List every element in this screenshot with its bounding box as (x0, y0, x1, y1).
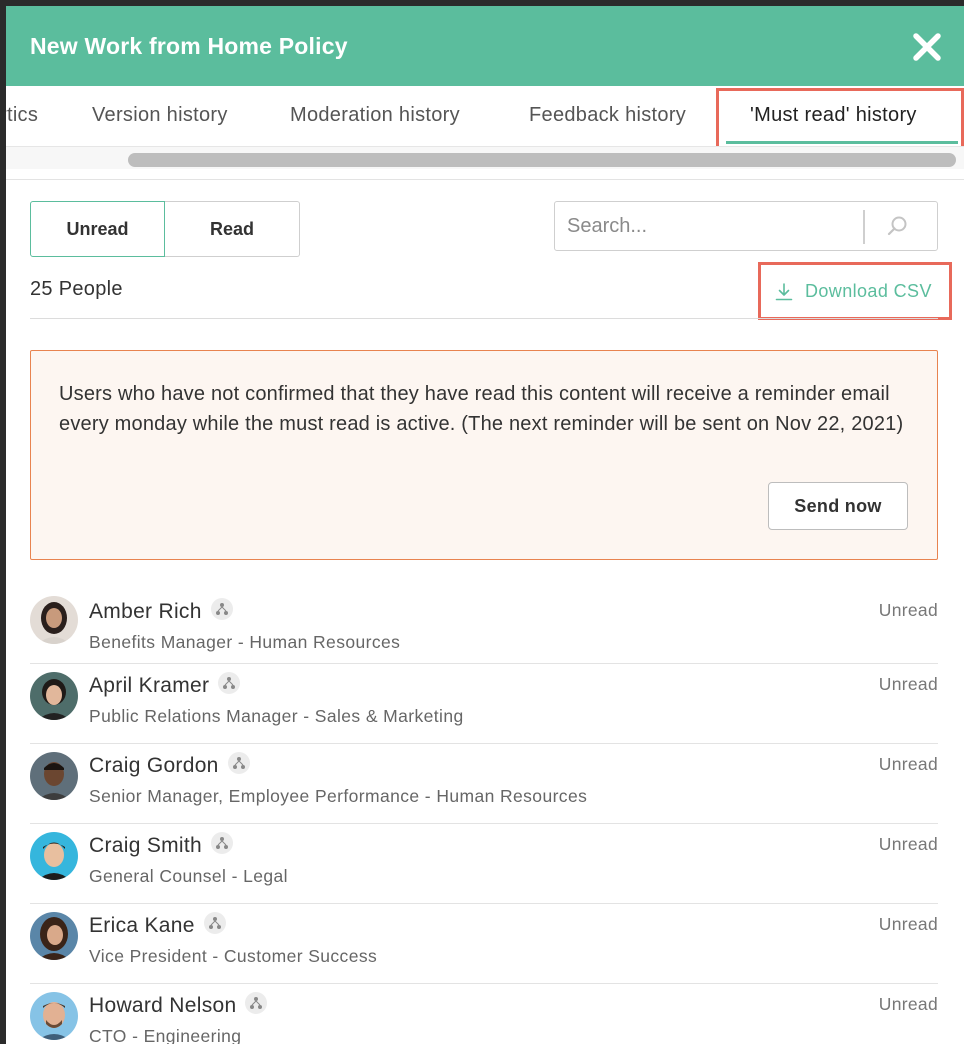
download-csv-link[interactable]: Download CSV (775, 281, 932, 302)
person-title: Benefits Manager (89, 632, 233, 652)
person-department: Legal (243, 866, 288, 886)
person-name[interactable]: Craig Smith (89, 832, 233, 858)
avatar[interactable] (30, 832, 78, 880)
person-name[interactable]: Howard Nelson (89, 992, 268, 1018)
person-title: Senior Manager, Employee Performance (89, 786, 420, 806)
person-name-text: April Kramer (89, 674, 210, 697)
unread-filter-button[interactable]: Unread (30, 201, 165, 257)
read-filter-button[interactable]: Read (165, 201, 300, 257)
download-highlight-box: Download CSV (758, 262, 952, 320)
read-status: Unread (878, 834, 938, 854)
send-now-button[interactable]: Send now (768, 482, 908, 530)
person-role: Benefits Manager - Human Resources (89, 632, 401, 652)
modal-dialog: New Work from Home Policy rtics Version … (6, 6, 964, 1044)
person-name-text: Craig Smith (89, 834, 202, 857)
tab-version-history[interactable]: Version history (92, 104, 228, 127)
org-chart-icon[interactable] (210, 598, 233, 621)
list-item: Craig Gordon Senior Manager, Employee Pe… (30, 744, 938, 824)
org-chart-icon[interactable] (203, 912, 226, 935)
person-department: Sales & Marketing (314, 706, 464, 726)
person-role: Public Relations Manager - Sales & Marke… (89, 706, 464, 726)
person-department: Engineering (143, 1026, 242, 1044)
person-department: Customer Success (223, 946, 378, 966)
read-status: Unread (878, 754, 938, 774)
person-name-text: Howard Nelson (89, 994, 237, 1017)
close-icon (913, 33, 941, 61)
download-csv-label: Download CSV (805, 281, 932, 301)
reminder-notice: Users who have not confirmed that they h… (30, 350, 938, 560)
read-status: Unread (878, 994, 938, 1014)
avatar[interactable] (30, 992, 78, 1040)
person-title: CTO (89, 1026, 127, 1044)
org-chart-icon[interactable] (218, 672, 241, 695)
tab-analytics[interactable]: rtics (6, 104, 38, 127)
person-title: Vice President (89, 946, 208, 966)
tabs-scrollbar-thumb[interactable] (128, 153, 956, 167)
avatar[interactable] (30, 752, 78, 800)
people-list: Amber Rich Benefits Manager - Human Reso… (30, 590, 938, 1044)
person-name-text: Amber Rich (89, 600, 202, 623)
list-item: Craig Smith General Counsel - Legal Unre… (30, 824, 938, 904)
search-input[interactable] (555, 202, 865, 250)
search-divider (863, 210, 865, 244)
person-name[interactable]: Amber Rich (89, 598, 233, 624)
person-name-text: Craig Gordon (89, 754, 219, 777)
person-role: CTO - Engineering (89, 1026, 242, 1044)
org-chart-icon[interactable] (245, 992, 268, 1015)
person-name-text: Erica Kane (89, 914, 195, 937)
tab-highlight-box (716, 88, 964, 150)
read-status: Unread (878, 914, 938, 934)
list-item: Amber Rich Benefits Manager - Human Reso… (30, 590, 938, 664)
person-name[interactable]: Craig Gordon (89, 752, 250, 778)
modal-header: New Work from Home Policy (6, 6, 964, 86)
list-item: Erica Kane Vice President - Customer Suc… (30, 904, 938, 984)
avatar[interactable] (30, 596, 78, 644)
tab-feedback-history[interactable]: Feedback history (529, 104, 686, 127)
person-role: General Counsel - Legal (89, 866, 288, 886)
person-department: Human Resources (249, 632, 401, 652)
person-name[interactable]: April Kramer (89, 672, 241, 698)
list-item: April Kramer Public Relations Manager - … (30, 664, 938, 744)
reminder-notice-text: Users who have not confirmed that they h… (59, 383, 904, 435)
modal-title: New Work from Home Policy (30, 33, 348, 59)
org-chart-icon[interactable] (211, 832, 233, 855)
person-role: Vice President - Customer Success (89, 946, 378, 966)
org-chart-icon[interactable] (227, 752, 250, 775)
person-name[interactable]: Erica Kane (89, 912, 226, 938)
search-box (554, 201, 938, 251)
close-button[interactable] (910, 30, 944, 64)
people-count: 25 People (30, 278, 123, 300)
avatar[interactable] (30, 912, 78, 960)
download-icon (775, 282, 793, 300)
person-title: Public Relations Manager (89, 706, 299, 726)
list-item: Howard Nelson CTO - Engineering Unread (30, 984, 938, 1044)
person-title: General Counsel (89, 866, 227, 886)
person-department: Human Resources (436, 786, 588, 806)
read-filter-toggle: Unread Read (30, 201, 300, 257)
read-status: Unread (878, 674, 938, 694)
read-status: Unread (878, 600, 938, 620)
search-icon[interactable] (885, 214, 909, 238)
tabs-bar: rtics Version history Moderation history… (6, 86, 964, 180)
count-divider (30, 318, 938, 319)
avatar[interactable] (30, 672, 78, 720)
tab-moderation-history[interactable]: Moderation history (290, 104, 460, 127)
person-role: Senior Manager, Employee Performance - H… (89, 786, 588, 806)
